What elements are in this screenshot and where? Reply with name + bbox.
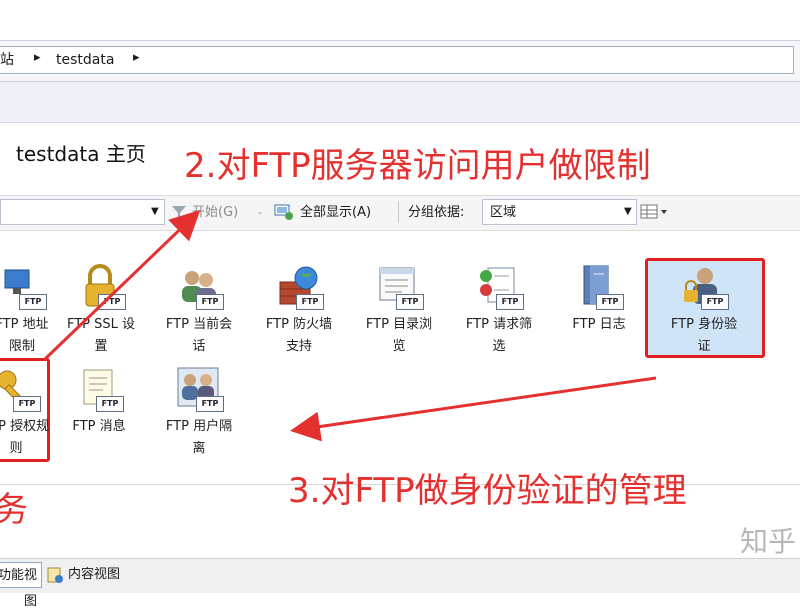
annotation-arrows [42,209,657,442]
tab-label: 功能视图 [0,568,37,609]
arrow-to-filter [42,209,201,362]
tab-content-view[interactable]: 内容视图 [68,562,120,588]
arrow-to-user-isolation [290,376,657,442]
tab-features-view[interactable]: 功能视图 [0,562,42,609]
content-view-icon [46,566,64,584]
watermark: 知乎 [740,525,797,558]
